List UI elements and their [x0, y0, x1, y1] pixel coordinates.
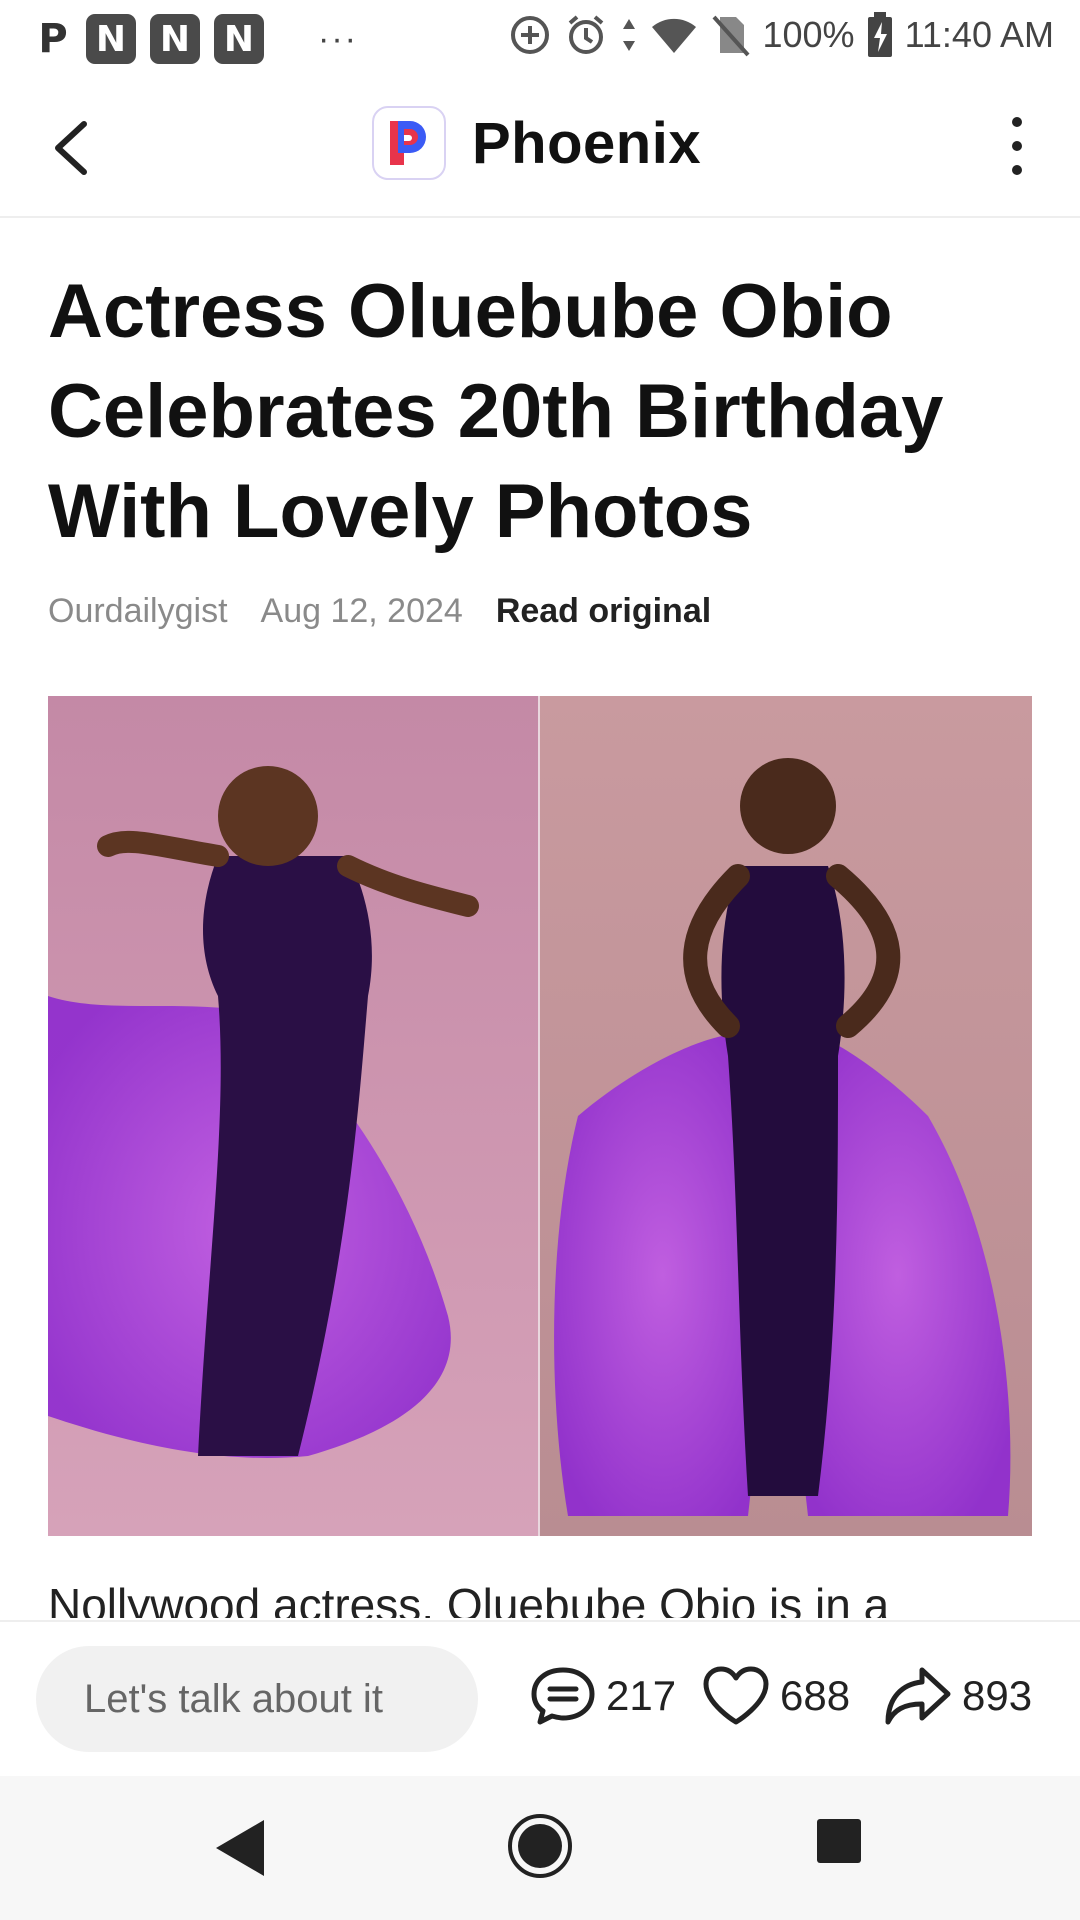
- article-meta: Ourdailygist Aug 12, 2024 Read original: [48, 592, 711, 631]
- back-button[interactable]: [42, 112, 106, 184]
- app-title: Phoenix: [472, 110, 702, 176]
- article-source: Ourdailygist: [48, 592, 228, 630]
- n-notification-icon: N: [86, 14, 136, 64]
- nav-back-button[interactable]: [212, 1816, 268, 1885]
- alarm-icon: [564, 13, 608, 57]
- read-original-link[interactable]: Read original: [496, 592, 711, 631]
- nav-home-icon: [508, 1814, 572, 1878]
- comments-count: 217: [606, 1672, 677, 1719]
- nav-back-icon: [216, 1820, 264, 1876]
- battery-percentage: 100%: [762, 14, 855, 55]
- app-bar: Phoenix: [0, 76, 1080, 218]
- n-notification-icon: N: [214, 14, 264, 64]
- article-body-preview: Nollywood actress, Oluebube Obio is in a: [48, 1579, 890, 1618]
- data-saver-icon: [508, 13, 552, 57]
- p-notification-icon: P: [38, 16, 68, 62]
- back-arrow-icon: [55, 121, 87, 175]
- article-date: Aug 12, 2024: [260, 592, 463, 630]
- nav-recents-icon: [817, 1819, 861, 1863]
- system-icons: 100% 11:40 AM: [508, 12, 1054, 58]
- clock: 11:40 AM: [904, 14, 1054, 55]
- bottom-action-bar: Let's talk about it 217 688 893: [0, 1620, 1080, 1778]
- share-icon: [885, 1667, 951, 1725]
- article-photo[interactable]: [48, 696, 1032, 1536]
- brand: Phoenix: [372, 106, 701, 180]
- comments-button[interactable]: 217: [528, 1664, 676, 1728]
- shares-count: 893: [962, 1672, 1033, 1719]
- nav-recents-button[interactable]: [816, 1818, 862, 1869]
- heart-icon: [703, 1666, 769, 1725]
- data-arrows-icon: [620, 13, 638, 57]
- share-button[interactable]: 893: [882, 1664, 1032, 1728]
- comment-icon: [531, 1667, 595, 1725]
- article-headline: Actress Oluebube Obio Celebrates 20th Bi…: [48, 269, 944, 554]
- more-options-button[interactable]: [1002, 114, 1032, 178]
- wifi-icon: [650, 15, 698, 55]
- likes-count: 688: [780, 1672, 851, 1719]
- status-bar: P N N N ··· 100% 11:40 AM: [0, 0, 1080, 76]
- n-notification-icon: N: [150, 14, 200, 64]
- no-sim-icon: [710, 13, 750, 57]
- article-photo-image: [48, 696, 1032, 1536]
- more-notifications-icon: ···: [318, 19, 358, 58]
- system-navigation-bar: [0, 1776, 1080, 1920]
- notification-icons: P N N N ···: [34, 14, 358, 64]
- phoenix-logo: [372, 106, 446, 180]
- like-button[interactable]: 688: [700, 1664, 850, 1728]
- nav-home-button[interactable]: [506, 1812, 574, 1885]
- comment-input[interactable]: Let's talk about it: [36, 1646, 478, 1752]
- battery-charging-icon: [867, 12, 893, 58]
- more-vertical-icon: [1012, 117, 1022, 175]
